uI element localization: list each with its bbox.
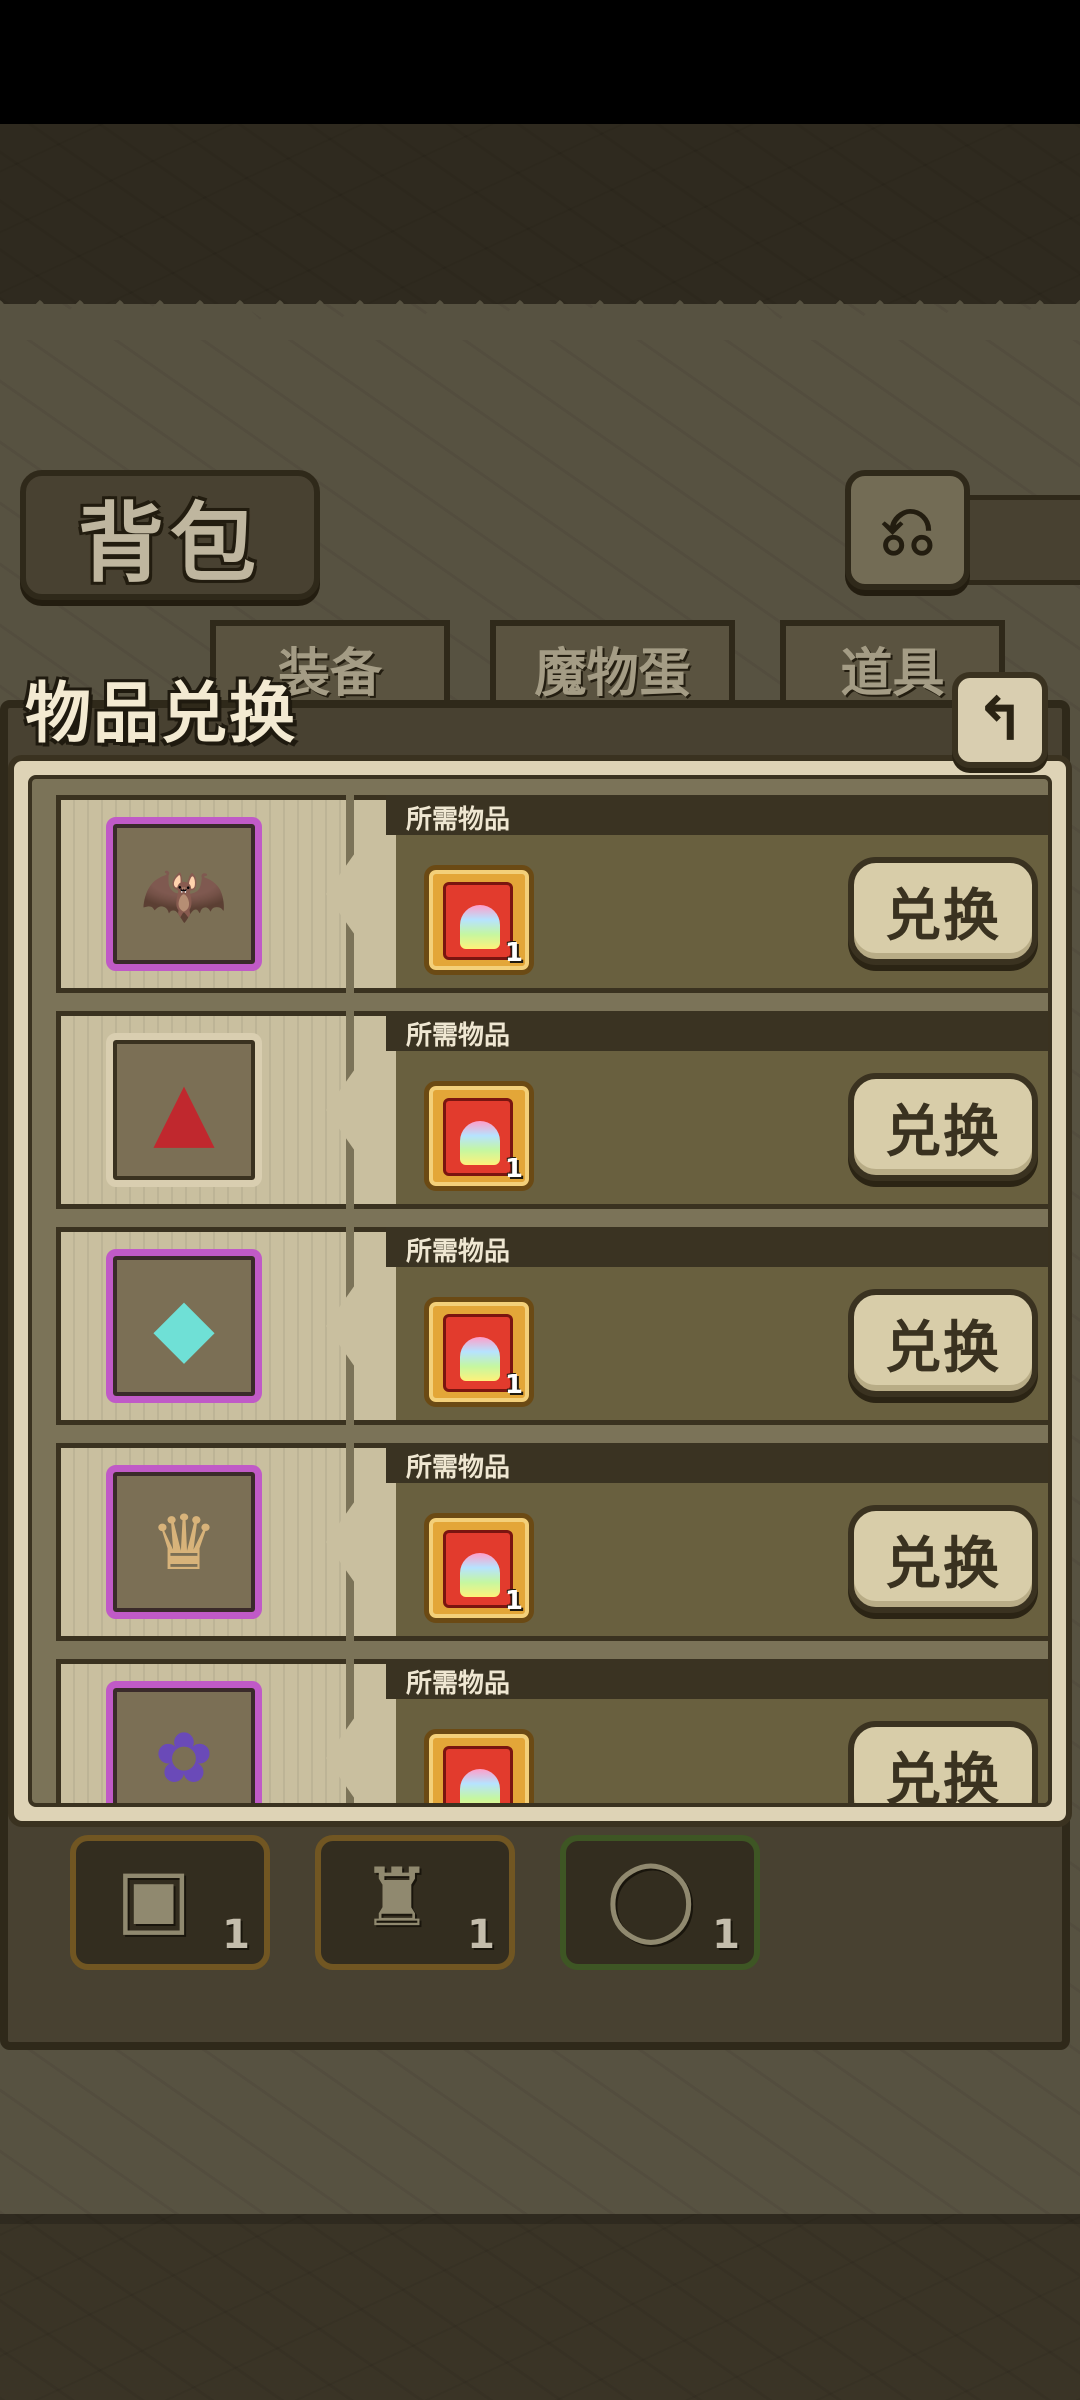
santa-hat-icon: ▲ (153, 1063, 215, 1157)
exchange-title: 物品兑换 (25, 674, 297, 752)
crystal-shards-icon: ◆ (153, 1279, 215, 1373)
exchange-row: ▲ 所需物品 1 兑换 (56, 1011, 1048, 1209)
cost-item-slot[interactable]: 1 (424, 1297, 534, 1407)
exchange-row: 🦇 所需物品 1 兑换 (56, 795, 1048, 993)
reward-item-slot[interactable]: 🦇 (106, 817, 262, 971)
tiara-icon: ♛ (149, 1497, 219, 1587)
mystery-box-icon (443, 1746, 513, 1803)
return-arrow-icon: ↰ (974, 685, 1026, 755)
cost-quantity: 1 (504, 938, 523, 968)
cost-item-slot[interactable]: 1 (424, 1081, 534, 1191)
ghost-icon (460, 905, 500, 949)
mystery-box-icon (443, 1530, 513, 1608)
ghost-icon (460, 1121, 500, 1165)
reward-item-slot[interactable]: ▲ (106, 1033, 262, 1187)
reward-item-slot[interactable]: ♛ (106, 1465, 262, 1619)
required-items-label: 所需物品 (406, 1453, 511, 1483)
required-items-label: 所需物品 (406, 1237, 511, 1267)
required-items-label: 所需物品 (406, 805, 511, 835)
cost-quantity: 1 (504, 1370, 523, 1400)
mystery-box-icon (443, 882, 513, 960)
exchange-button[interactable]: 兑换 (848, 1505, 1038, 1613)
exchange-row: ♛ 所需物品 1 兑换 (56, 1443, 1048, 1641)
bat-wings-icon: 🦇 (140, 852, 228, 935)
reward-item-slot[interactable]: ✿ (106, 1681, 262, 1803)
exchange-modal: 🦇 所需物品 1 兑换 ▲ 所需物品 1 兑换 ◆ 所需物品 1 兑换 ♛ 所需… (8, 755, 1072, 1827)
cost-item-slot[interactable]: 1 (424, 865, 534, 975)
ghost-icon (460, 1769, 500, 1803)
cost-quantity: 1 (504, 1154, 523, 1184)
exchange-row: ◆ 所需物品 1 兑换 (56, 1227, 1048, 1425)
ghost-icon (460, 1337, 500, 1381)
exchange-button[interactable]: 兑换 (848, 1289, 1038, 1397)
exchange-button[interactable]: 兑换 (848, 857, 1038, 965)
required-items-label: 所需物品 (406, 1669, 511, 1699)
cost-item-slot[interactable]: 1 (424, 1729, 534, 1803)
cost-quantity: 1 (505, 1802, 523, 1803)
mystery-box-icon (443, 1098, 513, 1176)
exchange-button[interactable]: 兑换 (848, 1721, 1038, 1803)
cost-quantity: 1 (504, 1586, 523, 1616)
exchange-button[interactable]: 兑换 (848, 1073, 1038, 1181)
exchange-back-button[interactable]: ↰ (952, 672, 1048, 768)
ghost-icon (460, 1553, 500, 1597)
mystery-box-icon (443, 1314, 513, 1392)
exchange-list[interactable]: 🦇 所需物品 1 兑换 ▲ 所需物品 1 兑换 ◆ 所需物品 1 兑换 ♛ 所需… (28, 775, 1052, 1807)
required-items-label: 所需物品 (406, 1021, 511, 1051)
cost-item-slot[interactable]: 1 (424, 1513, 534, 1623)
purple-petals-icon: ✿ (154, 1717, 214, 1799)
reward-item-slot[interactable]: ◆ (106, 1249, 262, 1403)
exchange-row: ✿ 所需物品 1 兑换 (56, 1659, 1048, 1803)
